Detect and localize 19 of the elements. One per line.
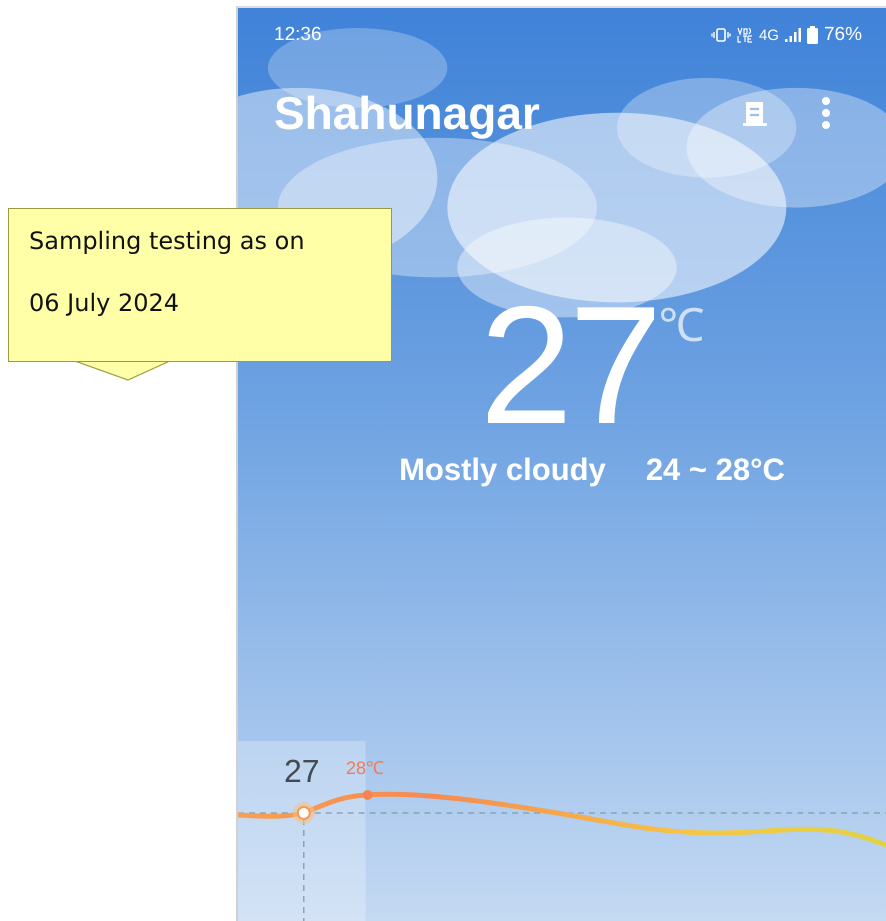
temperature-unit: ℃ [658, 298, 704, 353]
network-type: 4G [758, 26, 779, 44]
current-hour-temperature: 27 [284, 753, 320, 790]
volte-icon [736, 27, 753, 43]
current-temperature: 27 [480, 290, 658, 440]
city-name: Shahunagar [274, 86, 540, 140]
status-time: 12:36 [274, 24, 322, 46]
battery-percent: 76% [824, 24, 862, 46]
high-point-marker [362, 790, 373, 800]
current-point-marker [292, 802, 315, 824]
callout-text: Sampling testing as on [29, 226, 306, 257]
callout-text: 06 July 2024 [29, 288, 180, 319]
signal-icon [784, 28, 801, 42]
high-temperature-label: 28℃ [346, 757, 384, 779]
weather-condition: Mostly cloudy [399, 452, 606, 488]
battery-icon [806, 26, 818, 44]
vibrate-icon [710, 28, 731, 42]
temperature-range: 24 ~ 28°C [646, 452, 785, 488]
more-options-icon[interactable] [820, 96, 832, 130]
